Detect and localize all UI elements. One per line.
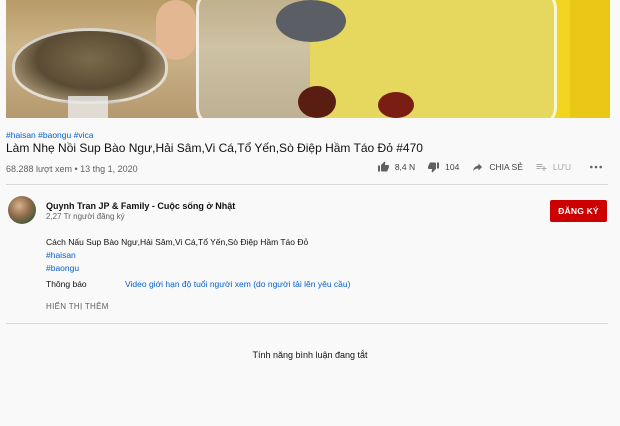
save-label: LƯU bbox=[552, 162, 571, 172]
video-frame-red-date bbox=[298, 86, 336, 118]
description-hashtag[interactable]: #haisan bbox=[46, 250, 76, 260]
view-count-date: 68.288 lượt xem • 13 thg 1, 2020 bbox=[6, 164, 138, 174]
dislike-button[interactable]: 104 bbox=[427, 161, 459, 173]
channel-name[interactable]: Quynh Tran JP & Family - Cuộc sống ở Nhậ… bbox=[46, 201, 235, 211]
notice-label: Thông báo bbox=[46, 279, 87, 289]
share-label: CHIA SẺ bbox=[489, 162, 523, 172]
video-frame-ladle bbox=[276, 0, 346, 42]
more-dots-icon bbox=[590, 165, 602, 169]
divider bbox=[6, 184, 608, 185]
video-frame-glass-dish bbox=[196, 0, 557, 118]
video-frame-bowl bbox=[12, 28, 168, 104]
video-frame-red-date bbox=[378, 92, 414, 118]
divider bbox=[6, 323, 608, 324]
add-to-playlist-icon bbox=[536, 164, 547, 171]
comments-disabled-message: Tính năng bình luận đang tắt bbox=[252, 350, 368, 360]
share-arrow-icon bbox=[473, 163, 483, 171]
video-player[interactable] bbox=[6, 0, 610, 118]
show-more-button[interactable]: HIỂN THỊ THÊM bbox=[46, 302, 109, 311]
subscriber-count: 2,27 Tr người đăng ký bbox=[46, 212, 125, 221]
description-hashtag[interactable]: #baongu bbox=[46, 263, 79, 273]
like-count: 8,4 N bbox=[394, 162, 416, 172]
video-hashtags[interactable]: #haisan #baongu #vica bbox=[6, 130, 93, 140]
video-title: Làm Nhẹ Nồi Sup Bào Ngư,Hải Sâm,Vi Cá,Tổ… bbox=[6, 141, 423, 155]
dislike-count: 104 bbox=[445, 162, 460, 172]
more-actions-button[interactable] bbox=[589, 162, 608, 172]
description-text: Cách Nấu Sup Bào Ngư,Hải Sâm,Vi Cá,Tổ Yế… bbox=[46, 237, 309, 247]
share-button[interactable]: CHIA SẺ bbox=[471, 161, 523, 173]
like-button[interactable]: 8,4 N bbox=[377, 161, 415, 173]
video-frame-bowl-stem bbox=[68, 96, 108, 118]
thumbs-down-icon bbox=[428, 162, 440, 173]
channel-avatar[interactable] bbox=[8, 196, 36, 224]
thumbs-up-icon bbox=[377, 161, 389, 172]
age-restriction-link[interactable]: Video giới hạn độ tuổi người xem (do ngư… bbox=[125, 279, 350, 289]
video-actions: 8,4 N 104 CHIA SẺ LƯU bbox=[365, 161, 608, 173]
save-button[interactable]: LƯU bbox=[535, 161, 571, 173]
video-frame-edge bbox=[570, 0, 610, 118]
subscribe-button[interactable]: ĐĂNG KÝ bbox=[550, 200, 607, 222]
